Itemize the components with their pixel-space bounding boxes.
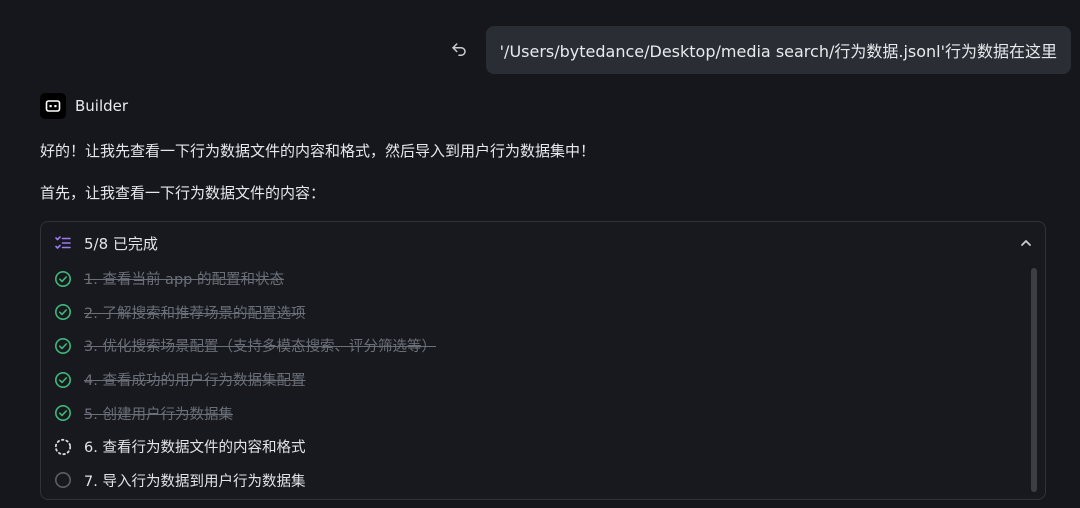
todo-item: 7. 导入行为数据到用户行为数据集 (41, 464, 1015, 498)
todo-item: 5. 创建用户行为数据集 (41, 396, 1015, 430)
check-circle-icon (55, 304, 71, 321)
todo-item: 4. 查看成功的用户行为数据集配置 (41, 363, 1015, 397)
undo-button[interactable] (444, 35, 474, 65)
builder-logo-icon (40, 93, 66, 119)
todo-item-text: 6. 查看行为数据文件的内容和格式 (84, 440, 306, 457)
todo-progress-summary: 5/8 已完成 (84, 234, 158, 253)
chat-page: '/Users/bytedance/Desktop/media search/行… (0, 0, 1080, 508)
loading-spinner-icon (54, 438, 72, 455)
chevron-up-icon (1021, 240, 1031, 246)
collapse-button[interactable] (1017, 234, 1035, 252)
user-message-row: '/Users/bytedance/Desktop/media search/行… (444, 26, 1071, 74)
assistant-message-line1: 好的！让我先查看一下行为数据文件的内容和格式，然后导入到用户行为数据集中！ (40, 142, 596, 160)
user-message-bubble: '/Users/bytedance/Desktop/media search/行… (485, 26, 1071, 74)
todo-item: 3. 优化搜索场景配置（支持多模态搜索、评分筛选等） (41, 329, 1015, 363)
todo-item-text: 5. 创建用户行为数据集 (84, 406, 233, 423)
todo-item-text: 7. 导入行为数据到用户行为数据集 (84, 473, 306, 490)
todo-panel: 5/8 已完成 1. 查看当前 app 的配置和状态 2. 了解搜索和推荐场景的… (40, 221, 1046, 500)
todo-item: 2. 了解搜索和推荐场景的配置选项 (41, 296, 1015, 330)
todo-item: 6. 查看行为数据文件的内容和格式 (41, 430, 1015, 464)
todo-item: 1. 查看当前 app 的配置和状态 (41, 262, 1015, 296)
empty-circle-icon (55, 472, 71, 489)
todo-list: 1. 查看当前 app 的配置和状态 2. 了解搜索和推荐场景的配置选项 3. … (41, 262, 1015, 497)
assistant-message-line2: 首先，让我查看一下行为数据文件的内容： (40, 184, 326, 202)
check-circle-icon (55, 371, 71, 388)
todo-item-text: 2. 了解搜索和推荐场景的配置选项 (84, 305, 306, 322)
todo-header[interactable]: 5/8 已完成 (41, 222, 1045, 264)
checklist-icon (55, 236, 71, 249)
todo-scrollbar[interactable] (1031, 268, 1037, 492)
assistant-header: Builder (40, 93, 128, 119)
check-circle-icon (55, 337, 71, 354)
undo-icon (451, 43, 466, 56)
todo-item-text: 1. 查看当前 app 的配置和状态 (84, 272, 284, 289)
todo-item-text: 3. 优化搜索场景配置（支持多模态搜索、评分筛选等） (84, 339, 436, 356)
todo-item-text: 4. 查看成功的用户行为数据集配置 (84, 373, 306, 390)
check-circle-icon (55, 405, 71, 422)
check-circle-icon (55, 270, 71, 287)
assistant-name: Builder (75, 97, 129, 115)
user-message-text: '/Users/bytedance/Desktop/media search/行… (499, 42, 1057, 61)
